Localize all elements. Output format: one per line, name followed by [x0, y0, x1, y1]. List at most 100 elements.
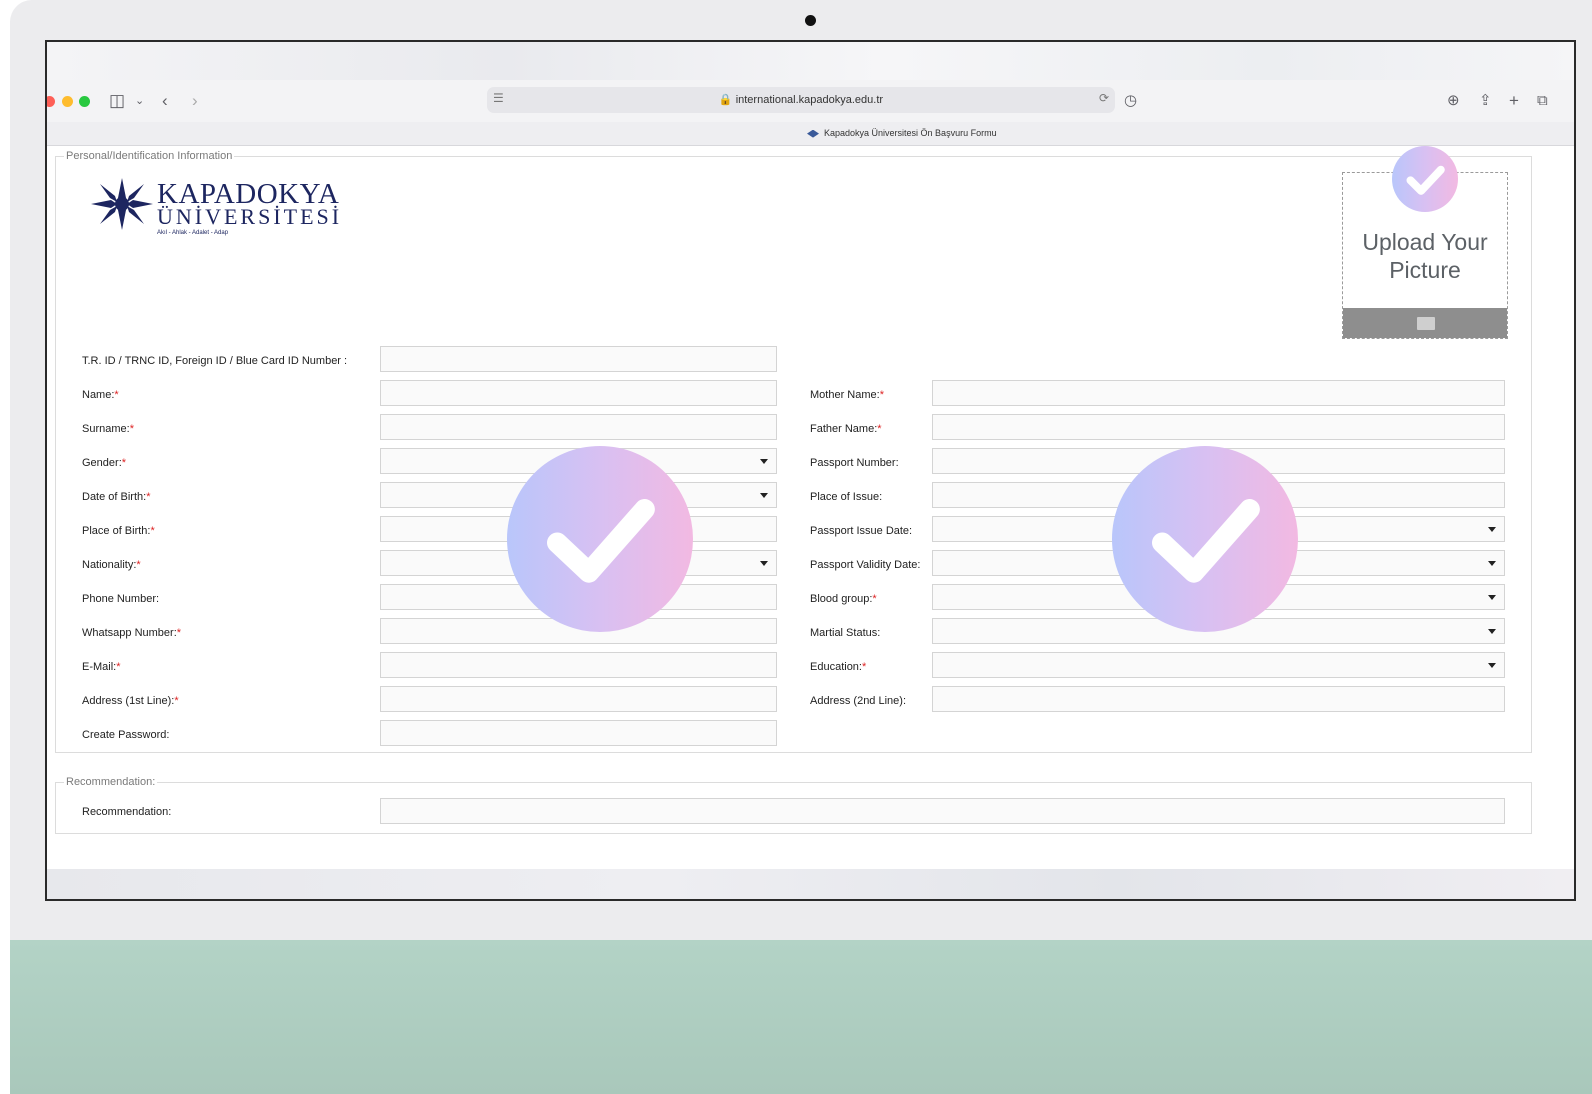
- caret-down-icon: [760, 493, 768, 498]
- surname-label: Surname:*: [82, 422, 134, 436]
- surname-input[interactable]: [380, 414, 777, 440]
- favicon-icon: [807, 129, 819, 138]
- address2-label-text: Address (2nd Line):: [810, 695, 906, 707]
- name-label-text: Name:: [82, 389, 115, 401]
- passport-number-label-text: Passport Number:: [810, 457, 899, 469]
- check-badge-icon: [1112, 446, 1298, 632]
- father-name-label: Father Name:*: [810, 422, 882, 436]
- password-input[interactable]: [380, 720, 777, 746]
- father-name-input[interactable]: [932, 414, 1505, 440]
- history-icon[interactable]: ◷: [1124, 90, 1137, 112]
- mother-name-label: Mother Name:*: [810, 388, 884, 402]
- sidebar-icon[interactable]: ◫: [109, 90, 125, 112]
- recommendation-label-text: Recommendation:: [82, 806, 172, 818]
- name-input[interactable]: [380, 380, 777, 406]
- application-form: Personal/Identification Information KAPA…: [47, 146, 1574, 881]
- address1-label: Address (1st Line):*: [82, 694, 179, 708]
- caret-down-icon: [1488, 595, 1496, 600]
- recommendation-label: Recommendation:: [82, 805, 171, 819]
- required-marker: *: [174, 695, 179, 707]
- required-marker: *: [129, 423, 134, 435]
- gender-label-text: Gender:: [82, 457, 122, 469]
- address2-input[interactable]: [932, 686, 1505, 712]
- minimize-window-button[interactable]: [62, 96, 73, 107]
- browser-toolbar: ◫ ⌄ ‹ › ☰ 🔒 international.kapadokya.edu.…: [47, 80, 1574, 122]
- tab-active[interactable]: Kapadokya Üniversitesi Ön Başvuru Formu: [807, 128, 997, 138]
- email-label-text: E-Mail:: [82, 661, 117, 673]
- camera-icon: [805, 15, 816, 26]
- place-of-issue-label: Place of Issue:: [810, 490, 882, 504]
- address-bar[interactable]: ☰ 🔒 international.kapadokya.edu.tr ⟳: [487, 87, 1115, 113]
- place-of-issue-label-text: Place of Issue:: [810, 491, 883, 503]
- mother-name-input[interactable]: [932, 380, 1505, 406]
- nationality-label-text: Nationality:: [82, 559, 137, 571]
- folder-icon: [1417, 317, 1435, 330]
- university-logo: KAPADOKYA ÜNİVERSİTESİ Akıl - Ahlak - Ad…: [89, 174, 339, 236]
- nationality-label: Nationality:*: [82, 558, 141, 572]
- required-marker: *: [879, 389, 884, 401]
- close-window-button[interactable]: [47, 96, 55, 107]
- password-label-text: Create Password:: [82, 729, 170, 741]
- browser-window: ◫ ⌄ ‹ › ☰ 🔒 international.kapadokya.edu.…: [45, 40, 1576, 901]
- passport-validity-date-label-text: Passport Validity Date:: [810, 559, 921, 571]
- father-name-label-text: Father Name:: [810, 423, 878, 435]
- upload-button[interactable]: [1343, 308, 1507, 338]
- tab-overview-icon[interactable]: ⧉: [1537, 90, 1548, 112]
- address1-input[interactable]: [380, 686, 777, 712]
- tr-id-input[interactable]: [380, 346, 777, 372]
- email-input[interactable]: [380, 652, 777, 678]
- share-icon[interactable]: ⇪: [1479, 90, 1492, 112]
- required-marker: *: [146, 491, 151, 503]
- education-label: Education:*: [810, 660, 866, 674]
- caret-down-icon: [1488, 561, 1496, 566]
- surname-label-text: Surname:: [82, 423, 130, 435]
- chevron-down-icon[interactable]: ⌄: [135, 90, 144, 112]
- logo-name-line2: ÜNİVERSİTESİ: [157, 204, 343, 229]
- translate-reload-icons[interactable]: ⟳: [1099, 91, 1109, 105]
- required-marker: *: [877, 423, 882, 435]
- phone-label-text: Phone Number:: [82, 593, 160, 605]
- screen-reflection-bottom: [47, 869, 1574, 899]
- url-text: 🔒 international.kapadokya.edu.tr: [718, 94, 884, 106]
- required-marker: *: [136, 559, 141, 571]
- caret-down-icon: [760, 459, 768, 464]
- mother-name-label-text: Mother Name:: [810, 389, 880, 401]
- phone-label: Phone Number:: [82, 592, 159, 606]
- download-icon[interactable]: ⊕: [1447, 90, 1460, 112]
- required-marker: *: [116, 661, 121, 673]
- passport-issue-date-label-text: Passport Issue Date:: [810, 525, 913, 537]
- caret-down-icon: [1488, 629, 1496, 634]
- check-badge-icon: [1392, 146, 1458, 212]
- marital-status-label-text: Martial Status:: [810, 627, 881, 639]
- caret-down-icon: [760, 561, 768, 566]
- required-marker: *: [872, 593, 877, 605]
- tab-bar: Kapadokya Üniversitesi Ön Başvuru Formu: [47, 122, 1574, 146]
- caret-down-icon: [1488, 663, 1496, 668]
- new-tab-icon[interactable]: +: [1509, 90, 1519, 112]
- back-icon[interactable]: ‹: [162, 90, 168, 112]
- whatsapp-label: Whatsapp Number:*: [82, 626, 181, 640]
- required-marker: *: [114, 389, 119, 401]
- passport-issue-date-label: Passport Issue Date:: [810, 524, 912, 538]
- forward-icon[interactable]: ›: [192, 90, 198, 112]
- passport-number-label: Passport Number:: [810, 456, 899, 470]
- required-marker: *: [121, 457, 127, 469]
- required-marker: *: [861, 661, 867, 673]
- logo-emblem-icon: [91, 178, 153, 230]
- recommendation-input[interactable]: [380, 798, 1505, 824]
- tr-id-label: T.R. ID / TRNC ID, Foreign ID / Blue Car…: [82, 354, 347, 368]
- address2-label: Address (2nd Line):: [810, 694, 906, 708]
- required-marker: *: [176, 627, 182, 639]
- place-of-birth-label-text: Place of Birth:: [82, 525, 151, 537]
- name-label: Name:*: [82, 388, 119, 402]
- check-badge-icon: [507, 446, 693, 632]
- maximize-window-button[interactable]: [79, 96, 90, 107]
- education-select[interactable]: [932, 652, 1505, 678]
- recommendation-legend: Recommendation:: [66, 776, 156, 788]
- dob-label: Date of Birth:*: [82, 490, 150, 504]
- logo-motto: Akıl - Ahlak - Adalet - Adap: [157, 230, 229, 236]
- dob-label-text: Date of Birth:: [82, 491, 147, 503]
- blood-group-label-text: Blood group:: [810, 593, 873, 605]
- tr-id-label-text: T.R. ID / TRNC ID, Foreign ID / Blue Car…: [82, 355, 348, 367]
- screen-reflection: [47, 42, 1574, 80]
